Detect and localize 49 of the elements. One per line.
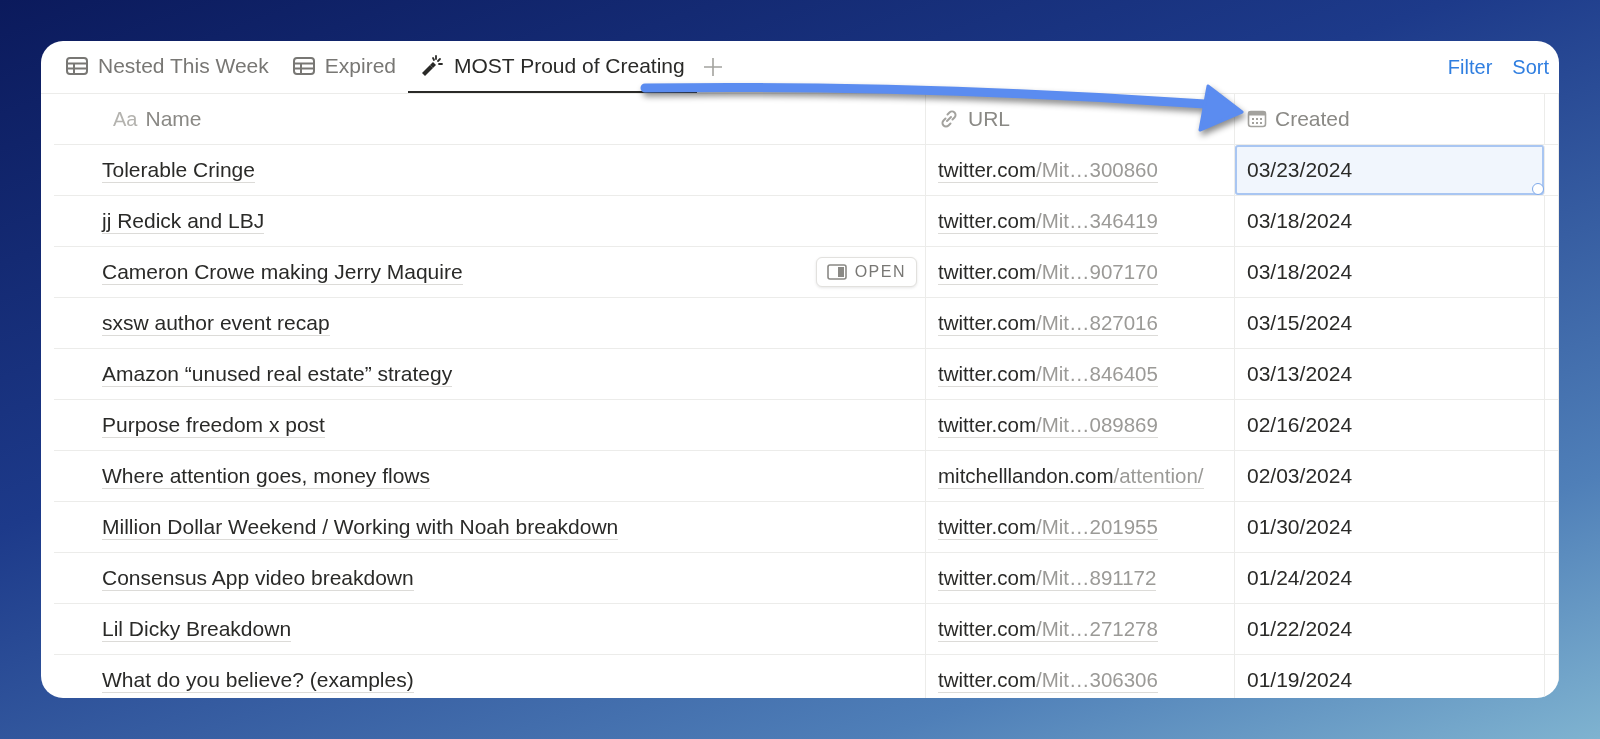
table-cell[interactable]: 03/18/2024 bbox=[1235, 196, 1545, 246]
url-link[interactable]: twitter.com/Mit…827016 bbox=[938, 310, 1158, 336]
calendar-icon bbox=[1247, 109, 1267, 129]
table-cell[interactable]: Amazon “unused real estate” strategy bbox=[102, 361, 453, 387]
table-cell[interactable]: 03/13/2024 bbox=[1235, 349, 1545, 399]
table-cell[interactable]: Where attention goes, money flows bbox=[102, 463, 430, 489]
table-cell[interactable]: Lil Dicky Breakdown bbox=[102, 616, 292, 642]
view-tab[interactable]: Nested This Week bbox=[54, 41, 281, 93]
toolbar-link[interactable]: Filter bbox=[1437, 41, 1503, 93]
table-cell[interactable]: jj Redick and LBJ bbox=[102, 208, 265, 234]
table-cell[interactable]: 01/24/2024 bbox=[1235, 553, 1545, 603]
url-link[interactable]: twitter.com/Mit…201955 bbox=[938, 514, 1158, 540]
table-cell[interactable]: Tolerable Cringe bbox=[102, 157, 255, 183]
table-cell[interactable]: 02/03/2024 bbox=[1235, 451, 1545, 501]
table-cell[interactable]: 03/18/2024 bbox=[1235, 247, 1545, 297]
add-icon[interactable] bbox=[702, 57, 723, 77]
text-type-icon: Aa bbox=[113, 107, 138, 131]
toolbar-link[interactable]: Sort bbox=[1502, 41, 1559, 93]
table-cell[interactable]: Million Dollar Weekend / Working with Noah breakdown bbox=[102, 514, 619, 540]
table-cell[interactable]: sxsw author event recap bbox=[102, 310, 330, 336]
table-cell[interactable]: Cameron Crowe making Jerry Maquire bbox=[102, 259, 463, 285]
table-icon bbox=[66, 57, 88, 75]
url-link[interactable]: mitchelllandon.com/attention/ bbox=[938, 463, 1204, 489]
url-link[interactable]: twitter.com/Mit…907170 bbox=[938, 259, 1158, 285]
url-link[interactable]: twitter.com/Mit…846405 bbox=[938, 361, 1158, 387]
table-icon bbox=[292, 57, 315, 75]
table-cell[interactable]: 01/30/2024 bbox=[1235, 502, 1545, 552]
url-link[interactable]: twitter.com/Mit…306306 bbox=[938, 667, 1158, 693]
url-link[interactable]: twitter.com/Mit…891172 bbox=[938, 565, 1157, 591]
view-tab[interactable]: Expired bbox=[280, 41, 408, 93]
table-cell[interactable]: What do you believe? (examples) bbox=[102, 667, 414, 693]
column-header[interactable]: Created bbox=[1275, 107, 1350, 131]
url-link[interactable]: twitter.com/Mit…346419 bbox=[938, 208, 1158, 234]
view-tab[interactable]: MOST Proud of Creating bbox=[408, 41, 697, 93]
table-cell[interactable]: 01/22/2024 bbox=[1235, 604, 1545, 654]
table-cell[interactable]: Consensus App video breakdown bbox=[102, 565, 414, 591]
url-link[interactable]: twitter.com/Mit…300860 bbox=[938, 157, 1158, 183]
panel-icon bbox=[826, 264, 847, 280]
column-header[interactable]: URL bbox=[968, 107, 1010, 131]
table-cell[interactable]: Purpose freedom x post bbox=[102, 412, 325, 438]
flashlight-icon bbox=[420, 54, 444, 78]
table-cell[interactable]: 03/15/2024 bbox=[1235, 298, 1545, 348]
column-header[interactable]: Name bbox=[145, 107, 202, 131]
table-cell[interactable]: 01/19/2024 bbox=[1235, 655, 1545, 698]
url-link[interactable]: twitter.com/Mit…089869 bbox=[938, 412, 1158, 438]
open-button[interactable]: OPEN bbox=[815, 257, 917, 287]
url-link[interactable]: twitter.com/Mit…271278 bbox=[938, 616, 1158, 642]
table-cell[interactable]: 02/16/2024 bbox=[1235, 400, 1545, 450]
selected-cell[interactable]: 03/23/2024 bbox=[1235, 145, 1545, 195]
